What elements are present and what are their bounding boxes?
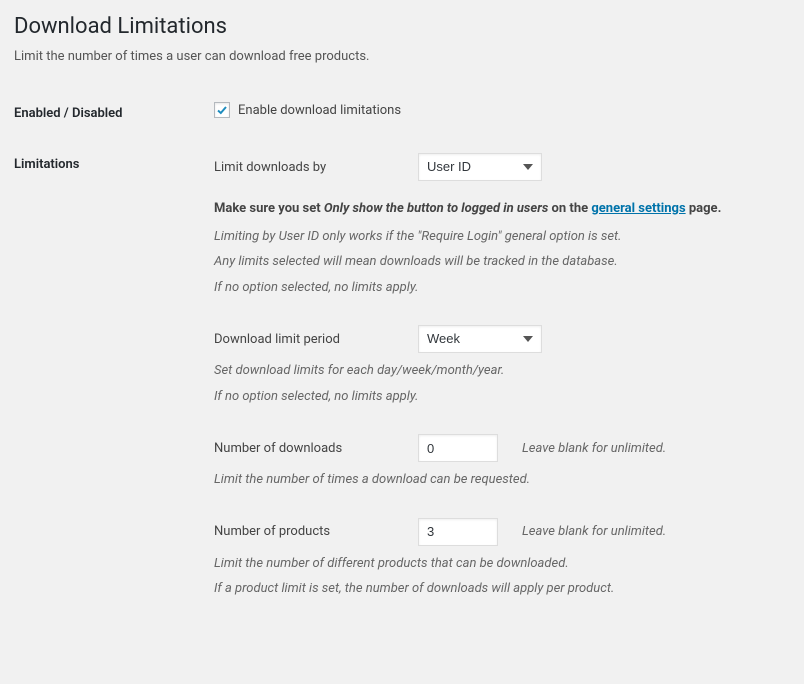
settings-table: Enabled / Disabled Enable download limit… [14, 88, 790, 619]
limit-by-desc-1: Limiting by User ID only works if the "R… [214, 227, 780, 247]
downloads-label: Number of downloads [214, 441, 394, 456]
row-enabled-label: Enabled / Disabled [14, 88, 214, 139]
general-settings-link[interactable]: general settings [591, 201, 685, 216]
check-icon [216, 104, 228, 116]
limit-by-desc-3: If no option selected, no limits apply. [214, 278, 780, 298]
products-input[interactable] [418, 518, 498, 546]
limit-by-select[interactable]: User ID [418, 153, 542, 181]
limit-by-desc-2: Any limits selected will mean downloads … [214, 252, 780, 272]
period-desc-2: If no option selected, no limits apply. [214, 387, 780, 407]
limit-by-label: Limit downloads by [214, 160, 394, 175]
row-limitations-label: Limitations [14, 139, 214, 619]
enable-checkbox[interactable] [214, 102, 230, 118]
enable-checkbox-label[interactable]: Enable download limitations [214, 102, 401, 118]
downloads-hint: Leave blank for unlimited. [522, 441, 666, 456]
page-subheading: Limit the number of times a user can dow… [14, 49, 790, 64]
period-select[interactable]: Week [418, 325, 542, 353]
period-desc-1: Set download limits for each day/week/mo… [214, 361, 780, 381]
note-general-settings: Make sure you set Only show the button t… [214, 199, 780, 219]
products-desc-1: Limit the number of different products t… [214, 554, 780, 574]
page-title: Download Limitations [14, 14, 790, 39]
period-label: Download limit period [214, 332, 394, 347]
enable-checkbox-text: Enable download limitations [238, 103, 401, 118]
products-label: Number of products [214, 524, 394, 539]
downloads-input[interactable] [418, 434, 498, 462]
products-desc-2: If a product limit is set, the number of… [214, 579, 780, 599]
products-hint: Leave blank for unlimited. [522, 524, 666, 539]
downloads-desc: Limit the number of times a download can… [214, 470, 780, 490]
